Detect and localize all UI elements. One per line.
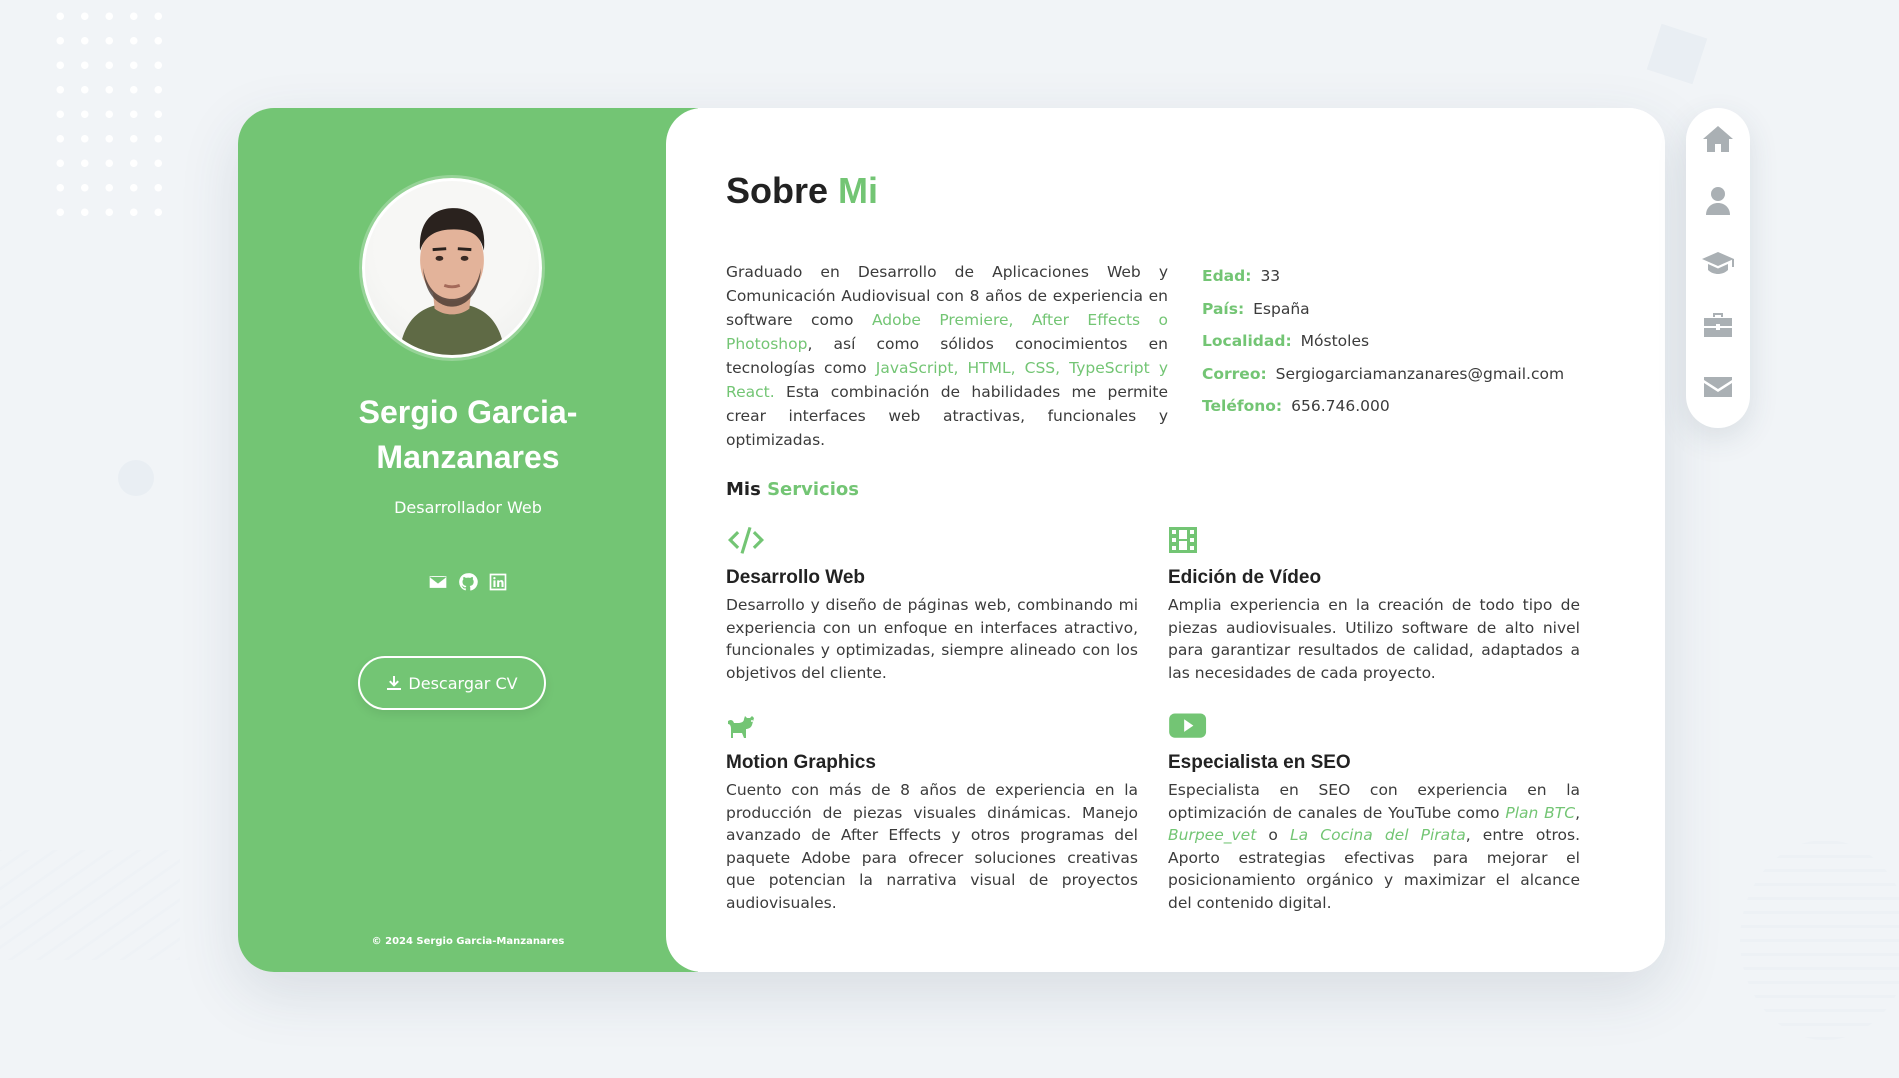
- info-label: Teléfono:: [1202, 397, 1283, 415]
- service-web-development: Desarrollo Web Desarrollo y diseño de pá…: [726, 523, 1138, 684]
- services-title-main: Mis: [726, 479, 761, 500]
- nav-about[interactable]: [1702, 186, 1734, 216]
- side-navigation: [1686, 108, 1750, 428]
- service-title: Edición de Vídeo: [1168, 567, 1322, 588]
- background-circle: [118, 460, 154, 496]
- title-main: Sobre: [726, 170, 829, 211]
- info-label: Edad:: [1202, 267, 1252, 285]
- info-value: Móstoles: [1300, 332, 1370, 350]
- info-label: País:: [1202, 299, 1245, 318]
- background-dots: [48, 4, 178, 224]
- info-value[interactable]: 656.746.000: [1291, 390, 1390, 423]
- service-description: Amplia experiencia en la creación de tod…: [1168, 596, 1580, 682]
- youtube-icon: [1169, 713, 1207, 738]
- about-text-part: Esta combinación de habilidades me permi…: [726, 383, 1168, 449]
- nav-experience[interactable]: [1702, 310, 1734, 340]
- nav-education[interactable]: [1702, 248, 1734, 278]
- service-description: Cuento con más de 8 años de experiencia …: [726, 781, 1138, 912]
- service-seo: Especialista en SEO Especialista en SEO …: [1168, 708, 1580, 914]
- service-text-part: ,: [1575, 803, 1581, 822]
- service-title: Desarrollo Web: [726, 567, 866, 588]
- info-row-email: Correo: Sergiogarciamanzanares@gmail.com: [1202, 358, 1622, 391]
- linkedin-icon[interactable]: [488, 572, 508, 592]
- info-value: España: [1253, 299, 1310, 318]
- download-cv-label: Descargar CV: [408, 673, 518, 693]
- info-label: Correo:: [1202, 364, 1267, 383]
- background-lines: [1740, 840, 1899, 1040]
- service-video-editing: Edición de Vídeo Amplia experiencia en l…: [1168, 523, 1580, 684]
- service-description: Especialista en SEO con experiencia en l…: [1168, 779, 1580, 914]
- copyright: © 2024 Sergio Garcia-Manzanares: [371, 936, 565, 947]
- nav-home[interactable]: [1702, 124, 1734, 154]
- background-square: [1646, 23, 1708, 85]
- info-row-age: Edad: 33: [1202, 260, 1622, 293]
- service-description: Desarrollo y diseño de páginas web, comb…: [726, 596, 1138, 682]
- service-title: Especialista en SEO: [1168, 752, 1351, 773]
- graduation-cap-icon: [1702, 252, 1734, 274]
- background-lines: [0, 850, 180, 960]
- info-label: Localidad:: [1202, 332, 1292, 350]
- avatar: [362, 178, 542, 358]
- profile-role: Desarrollador Web: [394, 498, 542, 517]
- info-row-country: País: España: [1202, 293, 1622, 326]
- film-icon: [1169, 527, 1197, 553]
- profile-card: Sergio Garcia-Manzanares Desarrollador W…: [238, 108, 1665, 972]
- service-motion-graphics: Motion Graphics Cuento con más de 8 años…: [726, 708, 1138, 914]
- code-icon: [728, 527, 764, 554]
- about-text: Graduado en Desarrollo de Aplicaciones W…: [726, 260, 1168, 452]
- info-list: Edad: 33 País: España Localidad: Móstoles C…: [1202, 260, 1622, 423]
- services-title: Mis Servicios: [726, 479, 859, 500]
- service-text-part: o: [1256, 826, 1291, 844]
- page-title: Sobre Mi: [726, 170, 878, 212]
- channel-link[interactable]: Burpee_vet: [1168, 826, 1256, 844]
- profile-name: Sergio Garcia-Manzanares: [358, 394, 578, 475]
- download-cv-button[interactable]: Descargar CV: [358, 656, 546, 710]
- service-title: Motion Graphics: [726, 752, 876, 773]
- user-icon: [1706, 187, 1730, 215]
- sidebar: Sergio Garcia-Manzanares Desarrollador W…: [238, 108, 698, 972]
- info-row-city: Localidad: Móstoles: [1202, 325, 1622, 358]
- title-accent: Mi: [838, 170, 879, 211]
- cat-icon: [728, 716, 754, 738]
- channel-link[interactable]: La Cocina del Pirata: [1290, 826, 1466, 844]
- social-links: [238, 572, 698, 592]
- info-row-phone: Teléfono: 656.746.000: [1202, 390, 1622, 423]
- github-icon[interactable]: [458, 572, 478, 592]
- info-value: 33: [1260, 267, 1281, 285]
- services-title-accent: Servicios: [767, 479, 859, 500]
- home-icon: [1703, 126, 1733, 152]
- envelope-icon: [1704, 377, 1732, 397]
- mail-icon[interactable]: [428, 572, 448, 592]
- info-value[interactable]: Sergiogarciamanzanares@gmail.com: [1276, 358, 1564, 391]
- main-content: Sobre Mi Graduado en Desarrollo de Aplic…: [666, 108, 1665, 972]
- nav-contact[interactable]: [1702, 372, 1734, 402]
- download-icon: [387, 676, 402, 690]
- briefcase-icon: [1704, 313, 1732, 337]
- channel-link[interactable]: Plan BTC: [1505, 804, 1575, 822]
